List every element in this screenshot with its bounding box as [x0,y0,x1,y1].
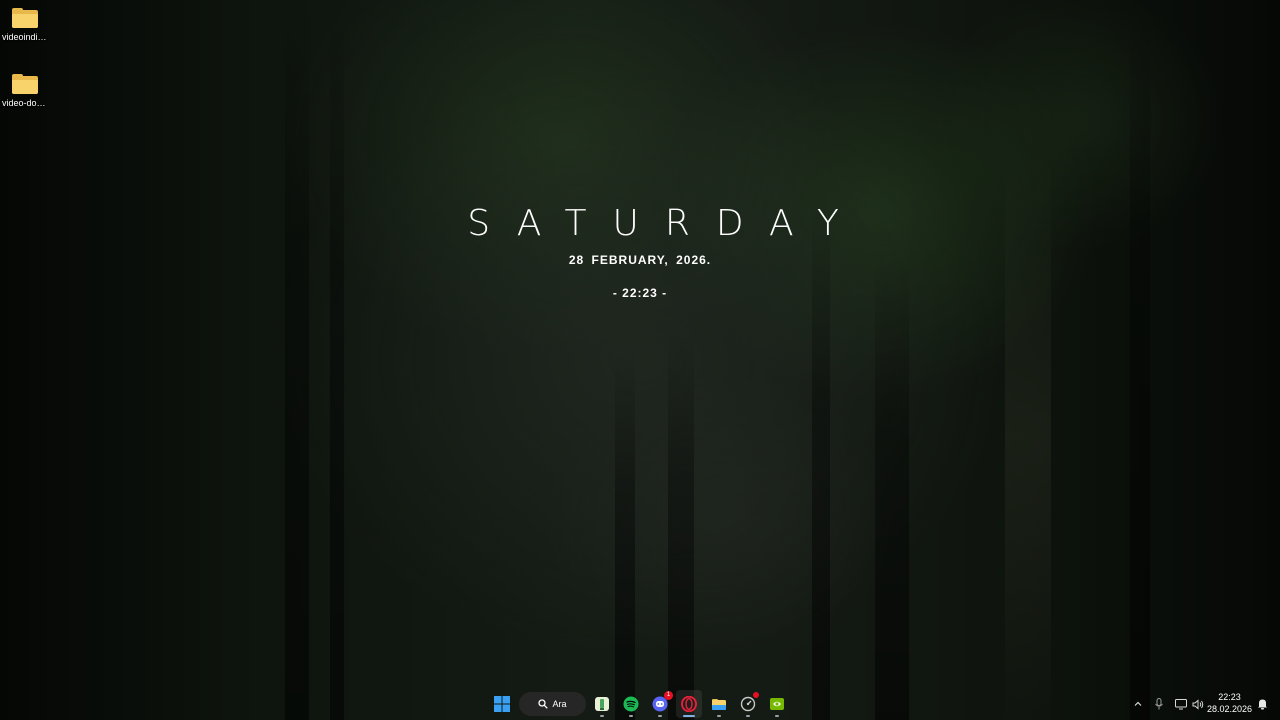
running-indicator [629,715,633,717]
file-explorer-icon [712,699,726,710]
chevron-up-icon [1134,701,1142,706]
desktop-icon-label: video-dow... [2,98,48,108]
notification-center-button[interactable] [1252,688,1272,720]
desktop-folder-video-downloader[interactable]: video-dow... [2,74,48,108]
search-label: Ara [552,699,567,709]
opera-gx-icon [681,696,697,712]
widget-day: SATURDAY [467,203,865,244]
speaker-icon [1192,698,1204,710]
desktop-folder-videoindirici[interactable]: videoindiric... [2,8,48,42]
notification-bell-icon [1257,699,1267,710]
widget-date: 28 FEBRUARY, 2026. [568,253,712,267]
search-icon [538,699,549,709]
taskbar-search[interactable]: Ara [519,692,586,716]
nvidia-icon [770,698,784,710]
taskbar-app-system-monitor[interactable] [735,690,761,718]
taskbar-app-spotify[interactable] [618,690,644,718]
running-indicator [717,715,721,717]
taskbar-app-notepad[interactable] [589,690,615,718]
running-indicator [746,715,750,717]
taskbar-app-nvidia[interactable] [764,690,790,718]
desktop-icon-label: videoindiric... [2,32,48,42]
tray-microphone[interactable] [1150,688,1168,720]
microphone-icon [1155,698,1163,710]
folder-icon [12,8,38,28]
taskbar-clock[interactable]: 22:23 28.02.2026 [1207,691,1252,715]
tray-overflow-button[interactable] [1128,688,1148,720]
taskbar-app-file-explorer[interactable] [706,690,732,718]
start-button[interactable] [489,690,515,718]
widget-time: - 22:23 - [612,286,668,300]
spotify-icon [623,696,639,712]
tray-display[interactable] [1172,688,1190,720]
windows-logo-icon [494,696,510,712]
running-indicator [600,715,604,717]
notepad-app-icon [595,697,609,711]
taskbar: Ara 1 22:23 28.02.2026 [0,688,1280,720]
tray-volume[interactable] [1189,688,1207,720]
taskbar-app-discord[interactable]: 1 [647,690,673,718]
taskbar-app-opera-gx[interactable] [676,690,702,718]
folder-icon [12,74,38,94]
notification-dot [753,692,759,698]
display-icon [1175,698,1187,709]
active-indicator [683,715,695,717]
running-indicator [775,715,779,717]
clock-date: 28.02.2026 [1206,704,1252,714]
system-monitor-icon [740,696,756,712]
clock-time: 22:23 [1218,692,1241,702]
notification-badge: 1 [664,691,673,700]
running-indicator [658,715,662,717]
